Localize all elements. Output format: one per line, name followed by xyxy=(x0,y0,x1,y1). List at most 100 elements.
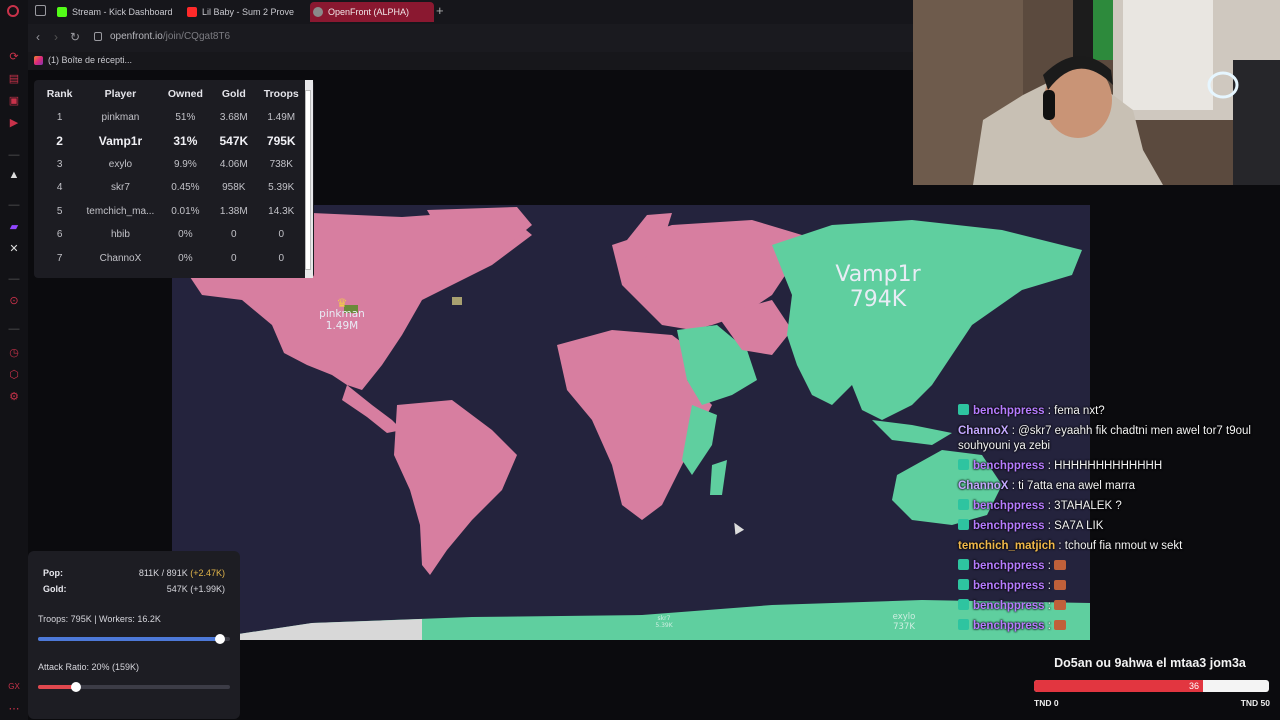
cell-owned: 31% xyxy=(173,134,198,149)
leaderboard-row[interactable]: 7 ChannoX 0% 0 0 xyxy=(38,246,306,269)
clock-icon[interactable]: ◷ xyxy=(7,346,21,360)
col-player[interactable]: Player xyxy=(81,82,159,106)
territory-south-america[interactable] xyxy=(394,400,517,575)
instagram-icon xyxy=(34,56,43,65)
leaderboard-row-self[interactable]: 2 Vamp1r 31% 547K 795K xyxy=(38,129,306,152)
webcam-overlay xyxy=(913,0,1280,185)
cell-rank: 6 xyxy=(56,229,63,241)
cell-troops: 795K xyxy=(266,134,296,149)
kick-icon xyxy=(57,7,67,17)
territory-madagascar[interactable] xyxy=(710,460,727,495)
chat-username[interactable]: benchppress xyxy=(973,405,1045,417)
tab-menu-icon[interactable] xyxy=(35,5,46,16)
troops-slider-fill xyxy=(38,637,220,641)
chat-username[interactable]: benchppress xyxy=(973,600,1045,612)
url-path: /join/CQgat8T6 xyxy=(162,31,231,42)
leaderboard-scrollbar[interactable] xyxy=(305,80,313,278)
bookmark-instagram[interactable]: (1) Boîte de récepti... xyxy=(34,55,132,65)
chat-username[interactable]: benchppress xyxy=(973,620,1045,632)
chat-username[interactable]: benchppress xyxy=(973,560,1045,572)
cell-owned: 0% xyxy=(178,252,193,264)
cell-rank: 5 xyxy=(56,205,63,217)
cell-owned: 0.01% xyxy=(171,205,200,217)
chat-username[interactable]: benchppress xyxy=(973,500,1045,512)
goal-progress-bar: 36 xyxy=(1034,680,1269,692)
attack-ratio-slider[interactable] xyxy=(38,682,230,692)
col-gold[interactable]: Gold xyxy=(211,82,256,106)
aria-icon[interactable]: ▲ xyxy=(7,168,21,182)
chat-message: benchppress : xyxy=(958,619,1276,634)
leaderboard-row[interactable]: 5 temchich_ma... 0.01% 1.38M 14.3K xyxy=(38,200,306,223)
opera-logo-icon[interactable] xyxy=(7,5,19,17)
subscriber-badge-icon xyxy=(958,559,969,570)
attack-ratio-label: Attack Ratio: 20% (159K) xyxy=(38,662,140,672)
territory-asia[interactable] xyxy=(772,220,1082,420)
troops-slider[interactable] xyxy=(38,634,230,644)
scrollbar-thumb[interactable] xyxy=(305,90,311,270)
subscriber-badge-icon xyxy=(958,404,969,415)
cell-gold: 547K xyxy=(219,134,249,149)
shopping-icon[interactable]: ▤ xyxy=(7,72,21,86)
pop-value: 811K / 891K (+2.47K) xyxy=(139,568,225,578)
gx-icon[interactable]: GX xyxy=(7,680,21,694)
browser-sidebar: ⟳ ▤ ▣ ▶ — ▲ — ▰ ✕ — ⊙ — ◷ ⬡ ⚙ GX ⋯ xyxy=(0,0,28,720)
leaderboard-row[interactable]: 6 hbib 0% 0 0 xyxy=(38,223,306,246)
chat-username[interactable]: ChannoX xyxy=(958,425,1008,437)
url-field[interactable]: openfront.io/join/CQgat8T6 xyxy=(110,31,230,42)
refresh-icon[interactable]: ⟳ xyxy=(7,50,21,64)
chat-message: temchich_matjich : tchouf fia nmout w se… xyxy=(958,539,1276,554)
map-player-troops: 737K xyxy=(893,622,915,632)
settings-icon[interactable]: ⚙ xyxy=(7,390,21,404)
leaderboard-row[interactable]: 4 skr7 0.45% 958K 5.39K xyxy=(38,176,306,199)
chat-message: benchppress : xyxy=(958,559,1276,574)
chat-username[interactable]: ChannoX xyxy=(958,480,1008,492)
youtube-icon[interactable]: ▶ xyxy=(7,116,21,130)
leaderboard-row[interactable]: 1 pinkman 51% 3.68M 1.49M xyxy=(38,106,306,129)
url-host: openfront.io xyxy=(110,31,163,42)
chat-text: : SA7A LIK xyxy=(1047,520,1104,532)
goal-progress-fill xyxy=(1034,680,1203,692)
twitch-icon[interactable]: ▰ xyxy=(7,220,21,234)
troops-slider-handle[interactable] xyxy=(215,634,225,644)
chat-username[interactable]: benchppress xyxy=(973,460,1045,472)
chat-username[interactable]: temchich_matjich xyxy=(958,540,1055,552)
reload-icon[interactable]: ↻ xyxy=(70,30,80,44)
image-icon[interactable]: ▣ xyxy=(7,94,21,108)
cell-rank: 4 xyxy=(56,182,63,194)
pop-label: Pop: xyxy=(43,568,63,578)
tab-openfront[interactable]: OpenFront (ALPHA) xyxy=(310,2,434,22)
back-icon[interactable]: ‹ xyxy=(36,30,40,44)
chat-text: : 3TAHALEK ? xyxy=(1047,500,1122,512)
chat-username[interactable]: benchppress xyxy=(973,580,1045,592)
col-troops[interactable]: Troops xyxy=(256,82,306,106)
goal-current-value: 36 xyxy=(1189,681,1200,691)
forward-icon[interactable]: › xyxy=(54,30,58,44)
divider-icon: — xyxy=(8,199,20,211)
territory-ice[interactable] xyxy=(232,619,422,640)
play-icon[interactable]: ⊙ xyxy=(7,294,21,308)
chat-text: : xyxy=(1047,600,1051,612)
chat-message: benchppress : HHHHHHHHHHHHH xyxy=(958,459,1276,474)
col-rank[interactable]: Rank xyxy=(38,82,81,106)
bookmark-label: (1) Boîte de récepti... xyxy=(48,55,133,65)
x-icon[interactable]: ✕ xyxy=(7,242,21,256)
chat-text: : fema nxt? xyxy=(1047,405,1105,417)
leaderboard-row[interactable]: 3 exylo 9.9% 4.06M 738K xyxy=(38,153,306,176)
chat-username[interactable]: benchppress xyxy=(973,520,1045,532)
tab-youtube[interactable]: Lil Baby - Sum 2 Prove xyxy=(184,2,300,22)
attack-slider-handle[interactable] xyxy=(71,682,81,692)
subscriber-badge-icon xyxy=(958,579,969,590)
territory-central-america[interactable] xyxy=(342,385,402,433)
emote-icon xyxy=(1054,600,1067,610)
map-player-name: skr7 xyxy=(657,615,671,622)
col-owned[interactable]: Owned xyxy=(160,82,212,106)
box-icon[interactable]: ⬡ xyxy=(7,368,21,382)
goal-min-label: TND 0 xyxy=(1034,698,1059,708)
subscriber-badge-icon xyxy=(958,519,969,530)
tab-kick[interactable]: Stream - Kick Dashboard xyxy=(54,2,194,22)
territory-unowned[interactable] xyxy=(452,297,462,305)
new-tab-button[interactable]: + xyxy=(436,3,444,19)
more-icon[interactable]: ⋯ xyxy=(7,702,21,716)
lock-icon xyxy=(94,32,102,41)
territory-indonesia[interactable] xyxy=(872,420,952,445)
